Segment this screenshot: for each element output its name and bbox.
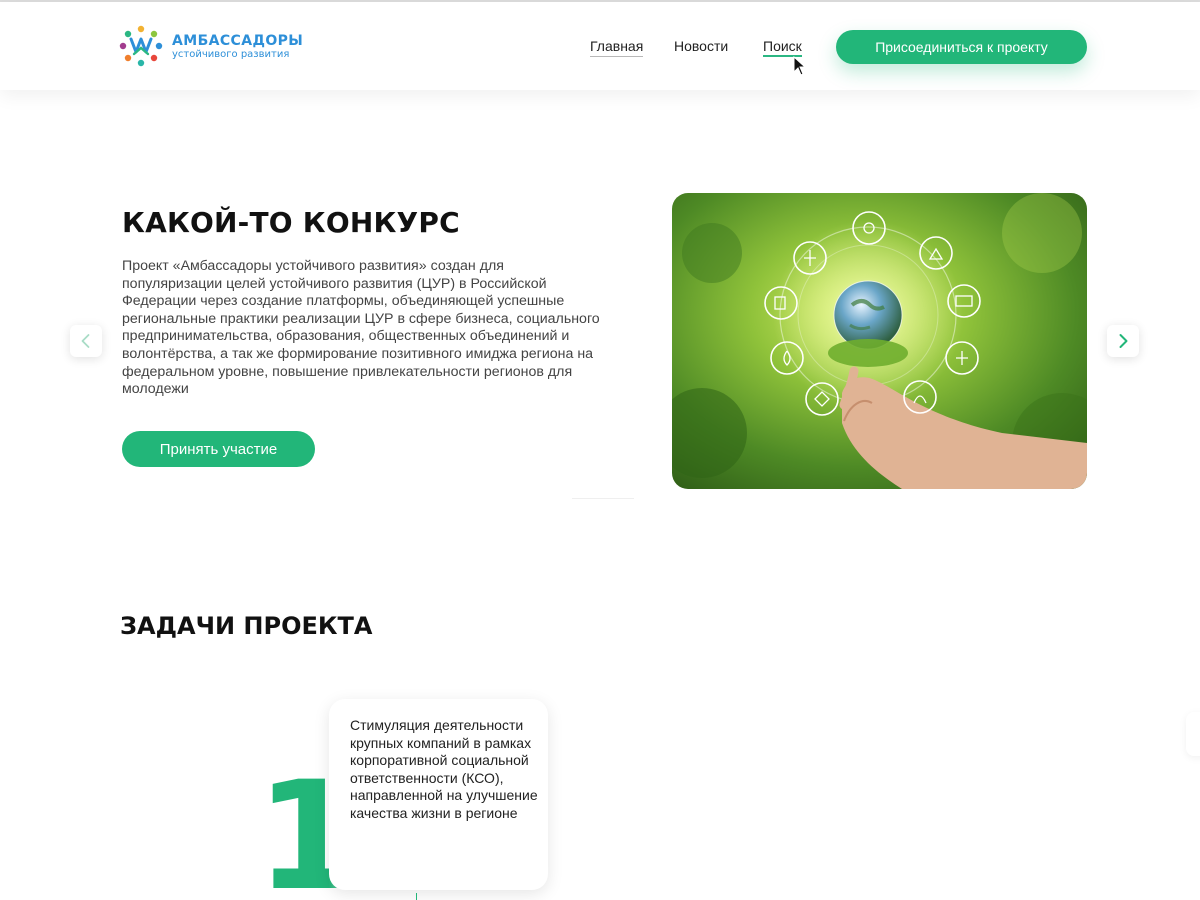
- nav-link-search[interactable]: Поиск: [763, 38, 802, 57]
- hero-description: Проект «Амбассадоры устойчивого развития…: [122, 258, 600, 398]
- nav-link-home[interactable]: Главная: [590, 38, 644, 57]
- next-task-card-peek[interactable]: [1186, 712, 1200, 756]
- join-project-button[interactable]: Присоединиться к проекту: [836, 30, 1087, 64]
- slider-prev-button[interactable]: [70, 325, 102, 357]
- logo-title: АМБАССАДОРЫ: [172, 33, 304, 49]
- tasks-section-title: ЗАДАЧИ ПРОЕКТА: [120, 612, 373, 640]
- task-card: Стимуляция деятельности крупных компаний…: [329, 699, 548, 890]
- task-accent-tick: [416, 893, 417, 900]
- site-header: АМБАССАДОРЫ устойчивого развития Главная…: [0, 2, 1200, 90]
- task-card-text: Стимуляция деятельности крупных компаний…: [350, 717, 538, 821]
- logo-subtitle: устойчивого развития: [172, 49, 290, 60]
- logo-emblem-icon: [119, 25, 163, 67]
- slider-next-button[interactable]: [1107, 325, 1139, 357]
- hero-title: КАКОЙ-ТО КОНКУРС: [122, 206, 460, 239]
- chevron-left-icon: [81, 334, 90, 348]
- slider-indicator-line: [572, 498, 634, 499]
- site-logo[interactable]: АМБАССАДОРЫ устойчивого развития: [118, 24, 318, 70]
- participate-button[interactable]: Принять участие: [122, 431, 315, 467]
- hero-image-globe-in-hand: [672, 193, 1087, 489]
- nav-link-news[interactable]: Новости: [674, 38, 728, 54]
- mouse-cursor-icon: [793, 56, 807, 76]
- chevron-right-icon: [1119, 334, 1128, 348]
